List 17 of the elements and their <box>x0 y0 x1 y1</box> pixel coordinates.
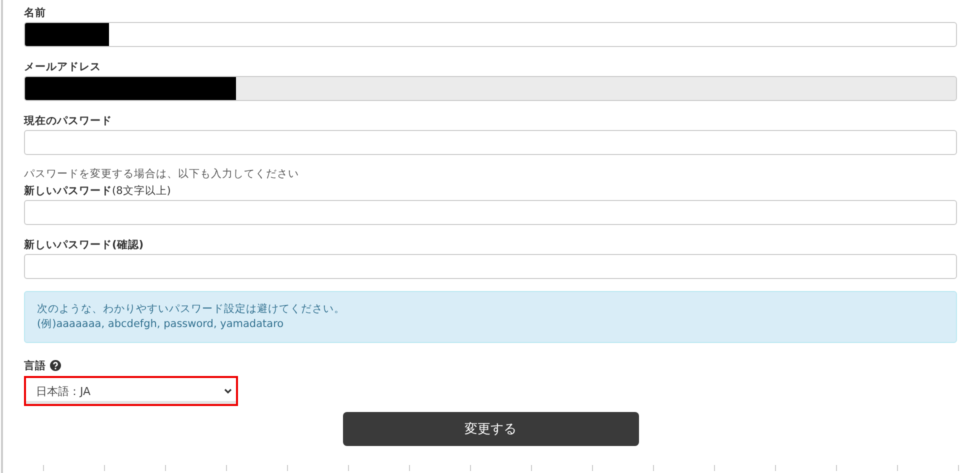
alert-text: (例)aaaaaaa, abcdefgh, password, yamadataro <box>37 317 285 332</box>
chevron-icon <box>224 388 232 394</box>
input-field[interactable] <box>24 130 957 155</box>
field-label: メールアドレス <box>24 60 102 75</box>
alert-text: 次のような、わかりやすいパスワード設定は避けてください。 <box>37 302 346 317</box>
input-field[interactable] <box>24 22 957 47</box>
field-label: 言語 <box>24 358 46 372</box>
field-label: 新しいパスワード(8文字以上) <box>24 184 172 199</box>
hint-text: パスワードを変更する場合は、以下も入力してください <box>24 167 300 181</box>
field-label: 名前 <box>24 6 47 21</box>
field-label: 現在のパスワード <box>24 114 113 129</box>
input-field[interactable] <box>24 200 957 225</box>
field-label: 新しいパスワード(確認) <box>24 238 145 253</box>
submit-button[interactable]: 変更する <box>342 412 638 446</box>
help-icon[interactable] <box>50 360 61 371</box>
language-select[interactable]: 日本語：JA <box>24 376 238 406</box>
input-field[interactable] <box>24 254 957 279</box>
